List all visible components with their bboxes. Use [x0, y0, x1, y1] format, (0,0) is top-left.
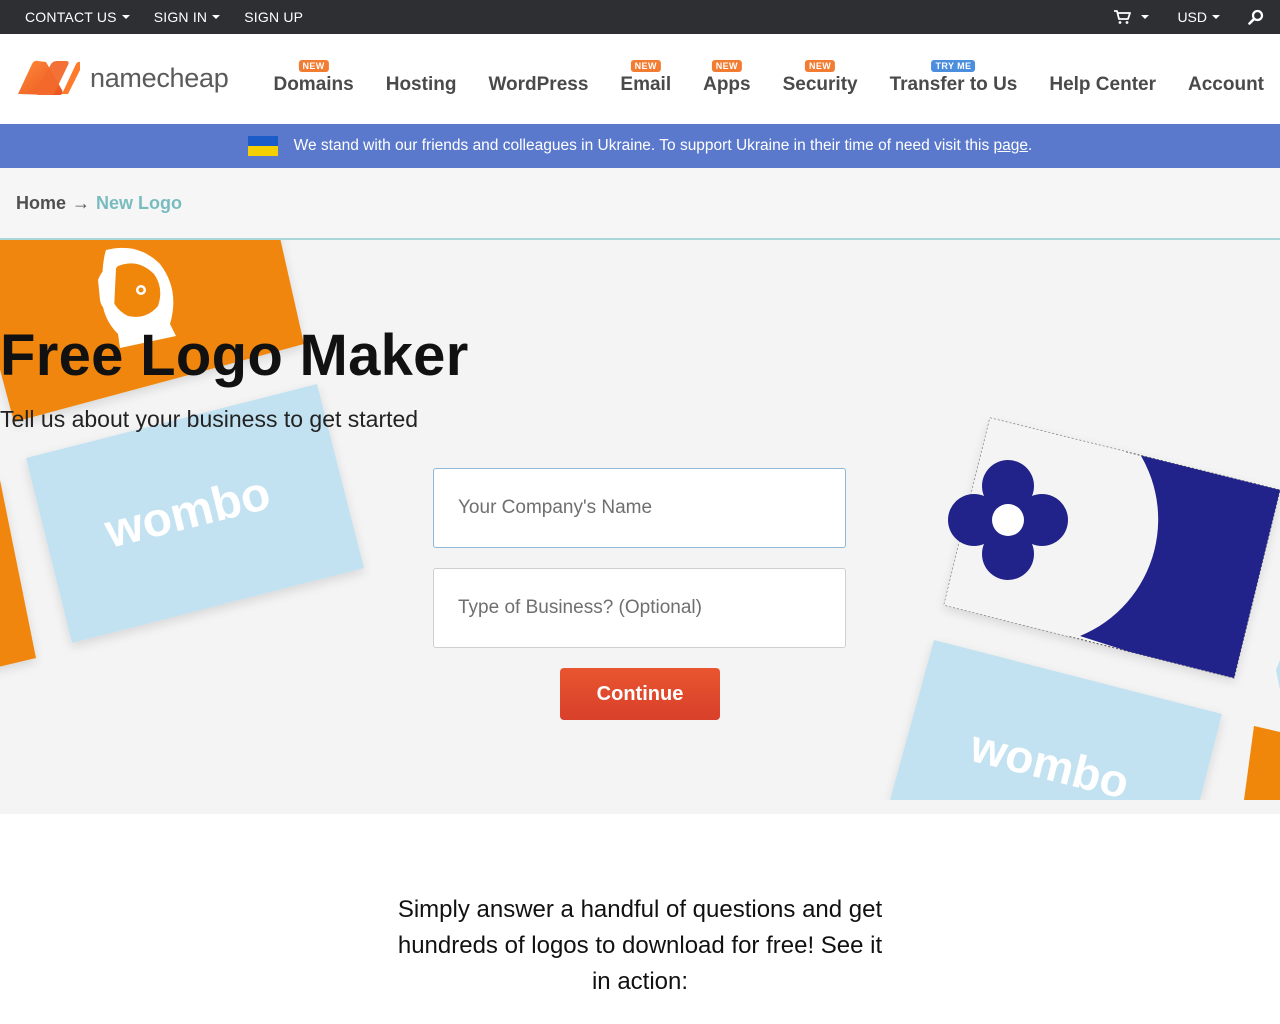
new-badge: NEW: [804, 60, 836, 72]
breadcrumb: Home → New Logo: [0, 168, 1280, 240]
search-button[interactable]: [1232, 0, 1280, 34]
business-type-input[interactable]: [433, 568, 846, 648]
sign-in-menu[interactable]: SIGN IN: [142, 0, 233, 34]
hero-section: wombo wombo Free Logo Maker Tell us abou…: [0, 240, 1280, 814]
sign-up-link[interactable]: SIGN UP: [232, 0, 315, 34]
breadcrumb-current: New Logo: [96, 192, 183, 213]
cart-menu[interactable]: [1099, 0, 1163, 34]
top-right-links: USD: [1099, 0, 1280, 34]
nav-label: Email: [620, 74, 672, 95]
new-badge: NEW: [298, 60, 329, 72]
nav-account[interactable]: Account: [1172, 34, 1280, 124]
currency-label: USD: [1177, 9, 1207, 25]
chevron-down-icon: [121, 15, 130, 19]
main-nav: NEW Domains Hosting WordPress NEW Email NE…: [257, 34, 1280, 124]
main-header: namecheap NEW Domains Hosting WordPress N…: [0, 34, 1280, 124]
hero-title: Free Logo Maker: [0, 323, 469, 388]
decorative-cards-left: wombo: [0, 240, 364, 667]
nav-domains[interactable]: NEW Domains: [257, 34, 369, 124]
nav-label: Transfer to Us: [889, 74, 1018, 95]
hero-subtitle: Tell us about your business to get start…: [0, 406, 419, 432]
nav-label: Hosting: [385, 74, 457, 95]
nav-label: Apps: [703, 74, 751, 95]
contact-us-label: CONTACT US: [25, 9, 117, 25]
top-utility-bar: CONTACT US SIGN IN SIGN UP USD: [0, 0, 1280, 34]
search-icon: [1248, 9, 1264, 25]
cart-icon: [1114, 10, 1132, 24]
nav-apps[interactable]: NEW Apps: [687, 34, 767, 124]
intro-section: Simply answer a handful of questions and…: [0, 814, 1280, 1024]
banner-message: We stand with our friends and colleagues…: [293, 137, 994, 154]
breadcrumb-arrow-icon: →: [72, 192, 91, 213]
breadcrumb-home[interactable]: Home: [16, 193, 66, 214]
orange-card-edge: [0, 480, 36, 667]
currency-menu[interactable]: USD: [1163, 0, 1232, 34]
nav-transfer[interactable]: TRY ME Transfer to Us: [874, 34, 1034, 124]
nav-email[interactable]: NEW Email: [604, 34, 687, 124]
top-left-links: CONTACT US SIGN IN SIGN UP: [0, 0, 315, 34]
nav-label: Security: [782, 74, 858, 95]
namecheap-logo[interactable]: namecheap: [16, 60, 229, 96]
banner-text: We stand with our friends and colleagues…: [294, 137, 1033, 155]
contact-us-menu[interactable]: CONTACT US: [0, 0, 142, 34]
orange-card-sliver: [1244, 726, 1280, 800]
decorative-cards-right: wombo: [890, 417, 1280, 800]
nav-help-center[interactable]: Help Center: [1033, 34, 1172, 124]
banner-page-link[interactable]: page: [994, 137, 1028, 154]
banner-period: .: [1028, 137, 1033, 154]
nav-wordpress[interactable]: WordPress: [472, 34, 604, 124]
nav-label: Domains: [273, 74, 354, 95]
nav-label: Help Center: [1049, 74, 1156, 95]
ukraine-flag-icon: [247, 136, 278, 156]
nav-label: Account: [1188, 74, 1264, 95]
nav-label: WordPress: [488, 74, 589, 95]
continue-button[interactable]: Continue: [560, 668, 720, 720]
intro-text: Simply answer a handful of questions and…: [397, 896, 883, 995]
nav-security[interactable]: NEW Security: [767, 34, 874, 124]
chevron-down-icon: [212, 15, 221, 19]
namecheap-logo-icon: [18, 60, 80, 95]
try-me-badge: TRY ME: [931, 60, 976, 72]
chevron-down-icon: [1212, 15, 1220, 19]
logo-wordmark: namecheap: [90, 62, 229, 93]
chevron-down-icon: [1141, 15, 1150, 19]
nav-hosting[interactable]: Hosting: [370, 34, 473, 124]
sign-in-label: SIGN IN: [153, 9, 208, 25]
sign-up-label: SIGN UP: [244, 9, 304, 25]
new-badge: NEW: [711, 60, 742, 72]
company-name-input[interactable]: [433, 468, 846, 548]
new-badge: NEW: [630, 60, 661, 72]
ukraine-banner: We stand with our friends and colleagues…: [0, 124, 1280, 168]
